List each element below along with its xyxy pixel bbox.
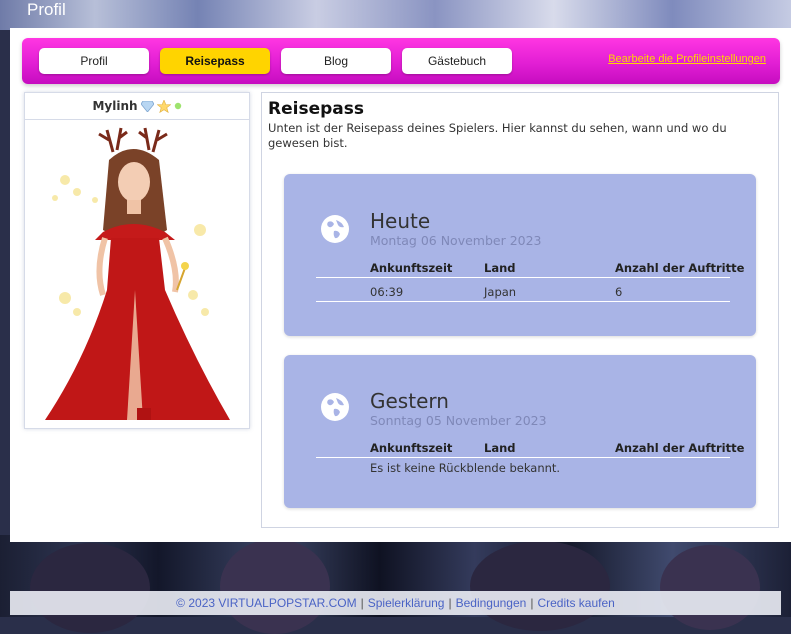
table-divider [316,457,730,458]
avatar-image[interactable] [25,120,249,428]
globe-icon [321,215,349,243]
passport-section: Reisepass Unten ist der Reisepass deines… [261,92,779,528]
page-title: Profil [27,0,66,19]
footer-link-player-statement[interactable]: Spielerklärung [368,596,445,610]
day-title: Gestern [370,389,449,413]
online-dot-icon [174,102,181,110]
row-arrival-time: 06:39 [370,285,404,299]
table-divider [316,301,730,302]
avatar-card: Mylinh [24,92,250,429]
tab-blog[interactable]: Blog [281,48,391,74]
column-appearances: Anzahl der Auftritte [615,261,745,275]
day-date: Sonntag 05 November 2023 [370,413,547,428]
column-country: Land [484,261,516,275]
footer-separator: | [360,596,364,610]
edit-profile-settings-link[interactable]: Bearbeite die Profileinstellungen [608,53,766,65]
globe-icon [321,393,349,421]
footer-link-terms[interactable]: Bedingungen [456,596,527,610]
footer: © 2023 VIRTUALPOPSTAR.COM | Spielerkläru… [10,591,781,615]
footer-separator: | [530,596,534,610]
day-title: Heute [370,209,431,233]
tab-gaestebuch[interactable]: Gästebuch [402,48,512,74]
empty-history-message: Es ist keine Rückblende bekannt. [370,461,561,475]
footer-link-buy-credits[interactable]: Credits kaufen [537,596,614,610]
table-divider [316,277,730,278]
avatar-username[interactable]: Mylinh [92,99,137,113]
column-country: Land [484,441,516,455]
day-card-today: Heute Montag 06 November 2023 Ankunftsze… [284,174,756,336]
background-banner-top [0,0,791,30]
profile-nav-bar: Profil Reisepass Blog Gästebuch Bearbeit… [22,38,780,84]
tab-reisepass[interactable]: Reisepass [160,48,270,74]
row-country: Japan [484,285,517,299]
column-arrival-time: Ankunftszeit [370,441,453,455]
column-appearances: Anzahl der Auftritte [615,441,745,455]
column-arrival-time: Ankunftszeit [370,261,453,275]
diamond-icon [140,100,154,112]
star-icon [156,99,171,113]
row-appearances: 6 [615,285,623,299]
passport-description: Unten ist der Reisepass deines Spielers.… [268,121,727,150]
footer-copyright: © 2023 VIRTUALPOPSTAR.COM [176,596,357,610]
avatar-header: Mylinh [25,93,249,120]
tab-profil[interactable]: Profil [39,48,149,74]
passport-heading: Reisepass [268,99,364,119]
footer-separator: | [448,596,452,610]
day-date: Montag 06 November 2023 [370,233,542,248]
day-card-yesterday: Gestern Sonntag 05 November 2023 Ankunft… [284,355,756,508]
